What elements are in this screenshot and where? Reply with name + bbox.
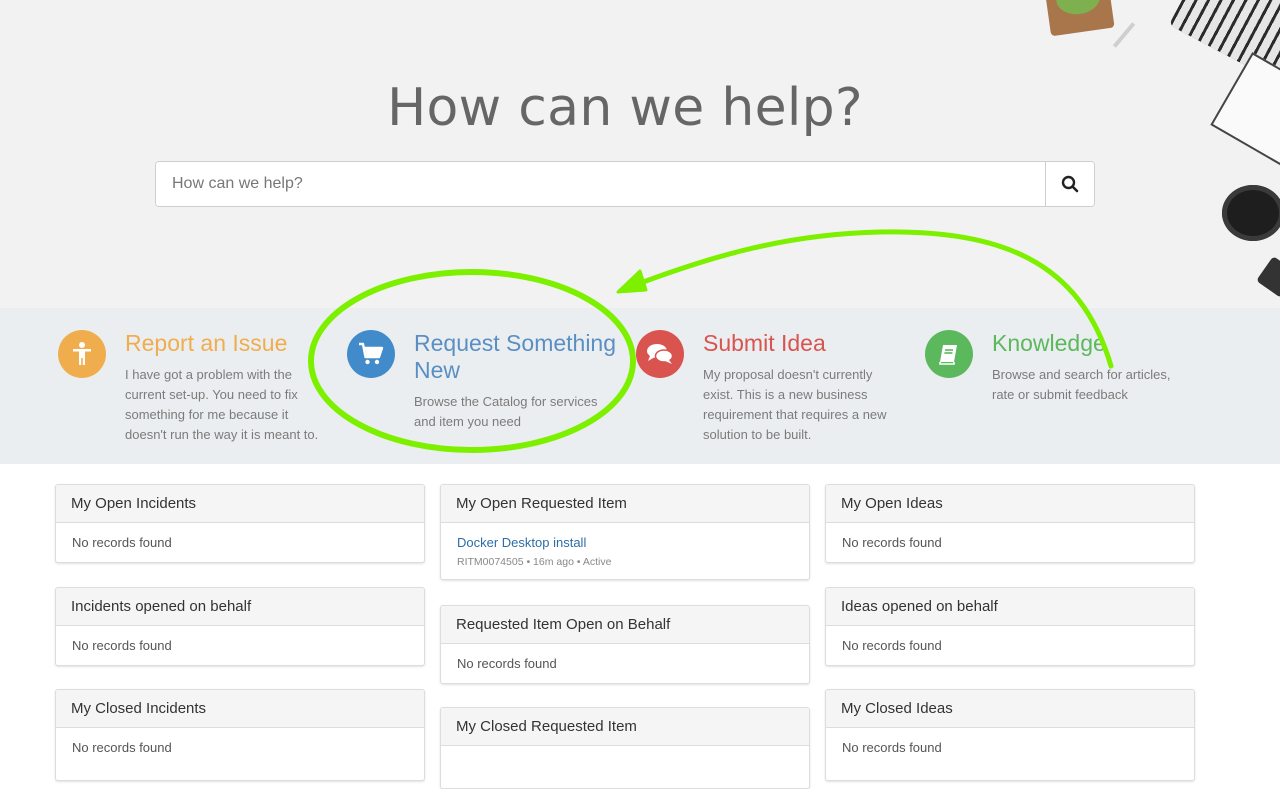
quick-link-description: Browse the Catalog for services and item… xyxy=(414,394,598,429)
search-icon xyxy=(1061,175,1079,193)
chat-icon xyxy=(636,330,684,378)
quick-link-title: Submit Idea xyxy=(703,330,826,356)
search-button[interactable] xyxy=(1045,162,1094,206)
panel-my-open-ideas: My Open Ideas No records found xyxy=(825,484,1195,563)
search-bar xyxy=(155,161,1095,207)
quick-link-title: Report an Issue xyxy=(125,330,288,356)
panel-title: My Closed Requested Item xyxy=(441,708,809,746)
book-icon xyxy=(925,330,973,378)
empty-message: No records found xyxy=(72,535,172,550)
empty-message: No records found xyxy=(457,656,557,671)
empty-message: No records found xyxy=(72,638,172,653)
coffee-cup-decoration xyxy=(1222,185,1280,241)
plant-decoration xyxy=(1045,0,1115,37)
panel-title: My Open Incidents xyxy=(56,485,424,523)
cart-icon xyxy=(347,330,395,378)
quick-links-section: Report an Issue I have got a problem wit… xyxy=(0,308,1280,464)
quick-link-title: Knowledge xyxy=(992,330,1106,356)
quick-link-description: My proposal doesn't currently exist. Thi… xyxy=(703,367,887,442)
panel-my-closed-requested-item: My Closed Requested Item xyxy=(440,707,810,789)
quick-link-description: I have got a problem with the current se… xyxy=(125,367,319,442)
panel-my-open-incidents: My Open Incidents No records found xyxy=(55,484,425,563)
panel-my-closed-ideas: My Closed Ideas No records found xyxy=(825,689,1195,781)
search-input[interactable] xyxy=(156,162,1045,206)
panel-title: My Closed Ideas xyxy=(826,690,1194,728)
panel-my-open-requested-item: My Open Requested Item Docker Desktop in… xyxy=(440,484,810,580)
person-icon xyxy=(58,330,106,378)
page-title: How can we help? xyxy=(387,78,863,138)
panel-title: Requested Item Open on Behalf xyxy=(441,606,809,644)
panel-ideas-on-behalf: Ideas opened on behalf No records found xyxy=(825,587,1195,666)
empty-message: No records found xyxy=(842,638,942,653)
empty-message: No records found xyxy=(842,740,942,755)
pencil-decoration xyxy=(1112,22,1136,48)
panel-title: Incidents opened on behalf xyxy=(56,588,424,626)
empty-message: No records found xyxy=(72,740,172,755)
panel-title: My Open Requested Item xyxy=(441,485,809,523)
quick-link-description: Browse and search for articles, rate or … xyxy=(992,367,1171,402)
panel-title: My Closed Incidents xyxy=(56,690,424,728)
empty-message: No records found xyxy=(842,535,942,550)
panel-my-closed-incidents: My Closed Incidents No records found xyxy=(55,689,425,781)
requested-item-link[interactable]: Docker Desktop install xyxy=(457,535,793,550)
quick-link-title: Request Something New xyxy=(414,330,617,383)
panel-title: My Open Ideas xyxy=(826,485,1194,523)
panel-title: Ideas opened on behalf xyxy=(826,588,1194,626)
phone-decoration xyxy=(1256,256,1280,298)
panel-requested-item-on-behalf: Requested Item Open on Behalf No records… xyxy=(440,605,810,684)
hero-banner: How can we help? xyxy=(0,0,1280,308)
panel-incidents-on-behalf: Incidents opened on behalf No records fo… xyxy=(55,587,425,666)
requested-item-meta: RITM0074505 • 16m ago • Active xyxy=(457,556,612,568)
requested-item-entry: Docker Desktop install RITM0074505 • 16m… xyxy=(441,523,809,579)
